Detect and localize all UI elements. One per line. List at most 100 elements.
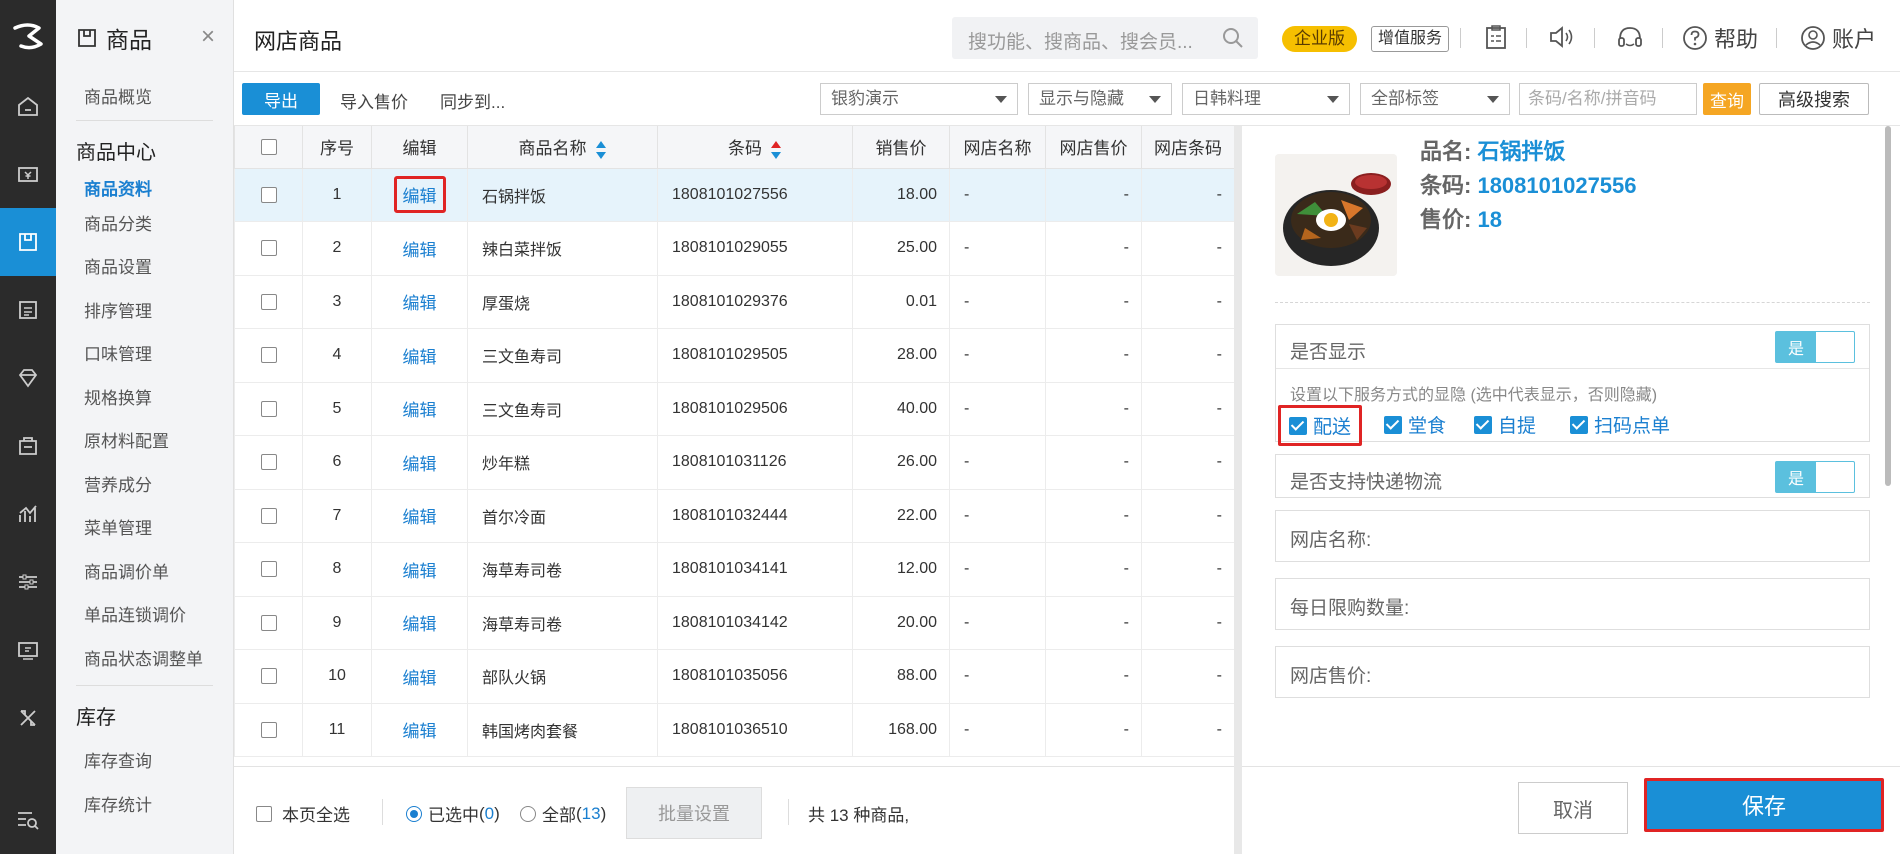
- service-delivery-checkbox[interactable]: 配送: [1278, 405, 1363, 446]
- global-search-input[interactable]: 搜功能、搜商品、搜会员...: [952, 17, 1258, 59]
- advanced-search-button[interactable]: 高级搜索: [1759, 83, 1869, 115]
- sidebar-item-sort-management[interactable]: 排序管理: [56, 288, 233, 332]
- column-header-sortable[interactable]: 商品名称: [467, 126, 658, 169]
- table-row[interactable]: 8 编辑 海草寿司卷 1808101034141 12.00- - -: [234, 542, 1234, 597]
- table-row[interactable]: 7 编辑 首尔冷面 1808101032444 22.00- - -: [234, 488, 1234, 543]
- checkbox[interactable]: [260, 139, 277, 156]
- row-checkbox-cell[interactable]: [234, 435, 303, 490]
- express-toggle[interactable]: 是: [1775, 461, 1855, 493]
- export-button[interactable]: 导出: [242, 83, 320, 115]
- enterprise-badge[interactable]: 企业版: [1282, 26, 1357, 52]
- edit-link[interactable]: 编辑: [403, 508, 437, 527]
- cashier-icon[interactable]: [0, 140, 56, 208]
- settings-sliders-icon[interactable]: [0, 548, 56, 616]
- checkbox[interactable]: [260, 186, 277, 203]
- service-pickup-checkbox[interactable]: 自提: [1474, 411, 1536, 438]
- device-icon[interactable]: [0, 616, 56, 684]
- sidebar-item-material-config[interactable]: 原材料配置: [56, 418, 233, 462]
- menu-search-icon[interactable]: [0, 786, 56, 854]
- sidebar-item-price-adjust[interactable]: 商品调价单: [56, 549, 233, 593]
- batch-settings-button[interactable]: 批量设置: [626, 787, 762, 839]
- checkbox[interactable]: [260, 454, 277, 471]
- service-dine-in-checkbox[interactable]: 堂食: [1384, 411, 1446, 438]
- sidebar-item-inventory-query[interactable]: 库存查询: [56, 738, 233, 782]
- checkbox[interactable]: [260, 347, 277, 364]
- edit-link[interactable]: 编辑: [403, 722, 437, 741]
- sidebar-item-flavor-management[interactable]: 口味管理: [56, 331, 233, 375]
- row-checkbox-cell[interactable]: [234, 274, 303, 329]
- row-checkbox-cell[interactable]: [234, 542, 303, 597]
- edit-link[interactable]: 编辑: [403, 401, 437, 420]
- category-select[interactable]: 日韩料理: [1182, 83, 1350, 115]
- store-select[interactable]: 银豹演示: [820, 83, 1018, 115]
- row-checkbox-cell[interactable]: [234, 167, 303, 222]
- diamond-icon[interactable]: [0, 344, 56, 412]
- header-select-all[interactable]: [234, 126, 303, 169]
- checkbox[interactable]: [260, 293, 277, 310]
- sidebar-item-inventory-stats[interactable]: 库存统计: [56, 782, 233, 826]
- goods-icon[interactable]: [0, 208, 56, 276]
- report-icon[interactable]: [0, 480, 56, 548]
- checkbox[interactable]: [260, 614, 277, 631]
- row-checkbox-cell[interactable]: [234, 328, 303, 383]
- close-icon[interactable]: ×: [201, 25, 215, 49]
- table-row[interactable]: 9 编辑 海草寿司卷 1808101034142 20.00- - -: [234, 595, 1234, 650]
- column-header-sortable[interactable]: 条码: [657, 126, 853, 169]
- sidebar-item-goods-category[interactable]: 商品分类: [56, 201, 233, 244]
- checkbox[interactable]: [260, 400, 277, 417]
- account-button[interactable]: 账户: [1800, 22, 1876, 54]
- edit-link[interactable]: 编辑: [403, 294, 437, 313]
- sort-icon[interactable]: [770, 140, 782, 160]
- checkbox[interactable]: [256, 805, 272, 822]
- sidebar-item-overview[interactable]: 商品概览: [56, 76, 233, 114]
- edit-link[interactable]: 编辑: [403, 669, 437, 688]
- checkbox[interactable]: [260, 561, 277, 578]
- edit-link[interactable]: 编辑: [403, 455, 437, 474]
- table-row[interactable]: 3 编辑 厚蛋烧 1808101029376 0.01- - -: [234, 274, 1234, 329]
- tag-select[interactable]: 全部标签: [1360, 83, 1510, 115]
- sidebar-item-goods-data[interactable]: 商品资料: [56, 173, 233, 201]
- sidebar-item-nutrition[interactable]: 营养成分: [56, 462, 233, 506]
- table-row[interactable]: 4 编辑 三文鱼寿司 1808101029505 28.00- - -: [234, 328, 1234, 383]
- row-checkbox-cell[interactable]: [234, 381, 303, 436]
- all-radio[interactable]: 全部(13): [520, 801, 606, 826]
- cancel-button[interactable]: 取消: [1518, 782, 1628, 834]
- tools-icon[interactable]: [0, 684, 56, 752]
- speaker-icon[interactable]: [1548, 24, 1576, 50]
- sidebar-item-goods-settings[interactable]: 商品设置: [56, 244, 233, 288]
- code-search-input[interactable]: 条码/名称/拼音码: [1519, 83, 1697, 115]
- edit-link[interactable]: 编辑: [403, 562, 437, 581]
- import-price-button[interactable]: 导入售价: [340, 88, 408, 113]
- purchase-icon[interactable]: [0, 412, 56, 480]
- visibility-select[interactable]: 显示与隐藏: [1028, 83, 1172, 115]
- sidebar-item-status-adjust[interactable]: 商品状态调整单: [56, 636, 233, 680]
- table-row[interactable]: 1 编辑 石锅拌饭 1808101027556 18.00- - -: [234, 167, 1234, 222]
- sidebar-item-spec-conversion[interactable]: 规格换算: [56, 375, 233, 419]
- customer-service-icon[interactable]: [1616, 24, 1644, 52]
- radio-all[interactable]: [520, 805, 536, 822]
- member-icon[interactable]: [0, 276, 56, 344]
- sidebar-item-chain-price-adjust[interactable]: 单品连锁调价: [56, 592, 233, 636]
- table-row[interactable]: 6 编辑 炒年糕 1808101031126 26.00- - -: [234, 435, 1234, 490]
- show-toggle[interactable]: 是: [1775, 331, 1855, 363]
- logo-icon[interactable]: [0, 0, 56, 72]
- edit-link[interactable]: 编辑: [403, 241, 437, 260]
- service-scan-order-checkbox[interactable]: 扫码点单: [1570, 411, 1670, 438]
- help-button[interactable]: 帮助: [1682, 22, 1758, 54]
- table-row[interactable]: 5 编辑 三文鱼寿司 1808101029506 40.00- - -: [234, 381, 1234, 436]
- radio-selected[interactable]: [406, 805, 422, 822]
- select-page-control[interactable]: 本页全选: [256, 801, 350, 826]
- table-row[interactable]: 11 编辑 韩国烤肉套餐 1808101036510 168.00- - -: [234, 702, 1234, 757]
- value-added-service-button[interactable]: 增值服务: [1371, 26, 1450, 52]
- table-row[interactable]: 2 编辑 辣白菜拌饭 1808101029055 25.00- - -: [234, 221, 1234, 276]
- checkbox[interactable]: [260, 507, 277, 524]
- sidebar-item-menu-management[interactable]: 菜单管理: [56, 505, 233, 549]
- web-price-field[interactable]: 网店售价:: [1275, 646, 1870, 698]
- sort-icon[interactable]: [595, 140, 607, 160]
- search-icon[interactable]: [1222, 27, 1244, 49]
- selected-radio[interactable]: 已选中(0): [406, 801, 500, 826]
- home-icon[interactable]: [0, 72, 56, 140]
- row-checkbox-cell[interactable]: [234, 649, 303, 704]
- edit-link[interactable]: 编辑: [393, 176, 446, 214]
- clipboard-icon[interactable]: [1484, 24, 1508, 50]
